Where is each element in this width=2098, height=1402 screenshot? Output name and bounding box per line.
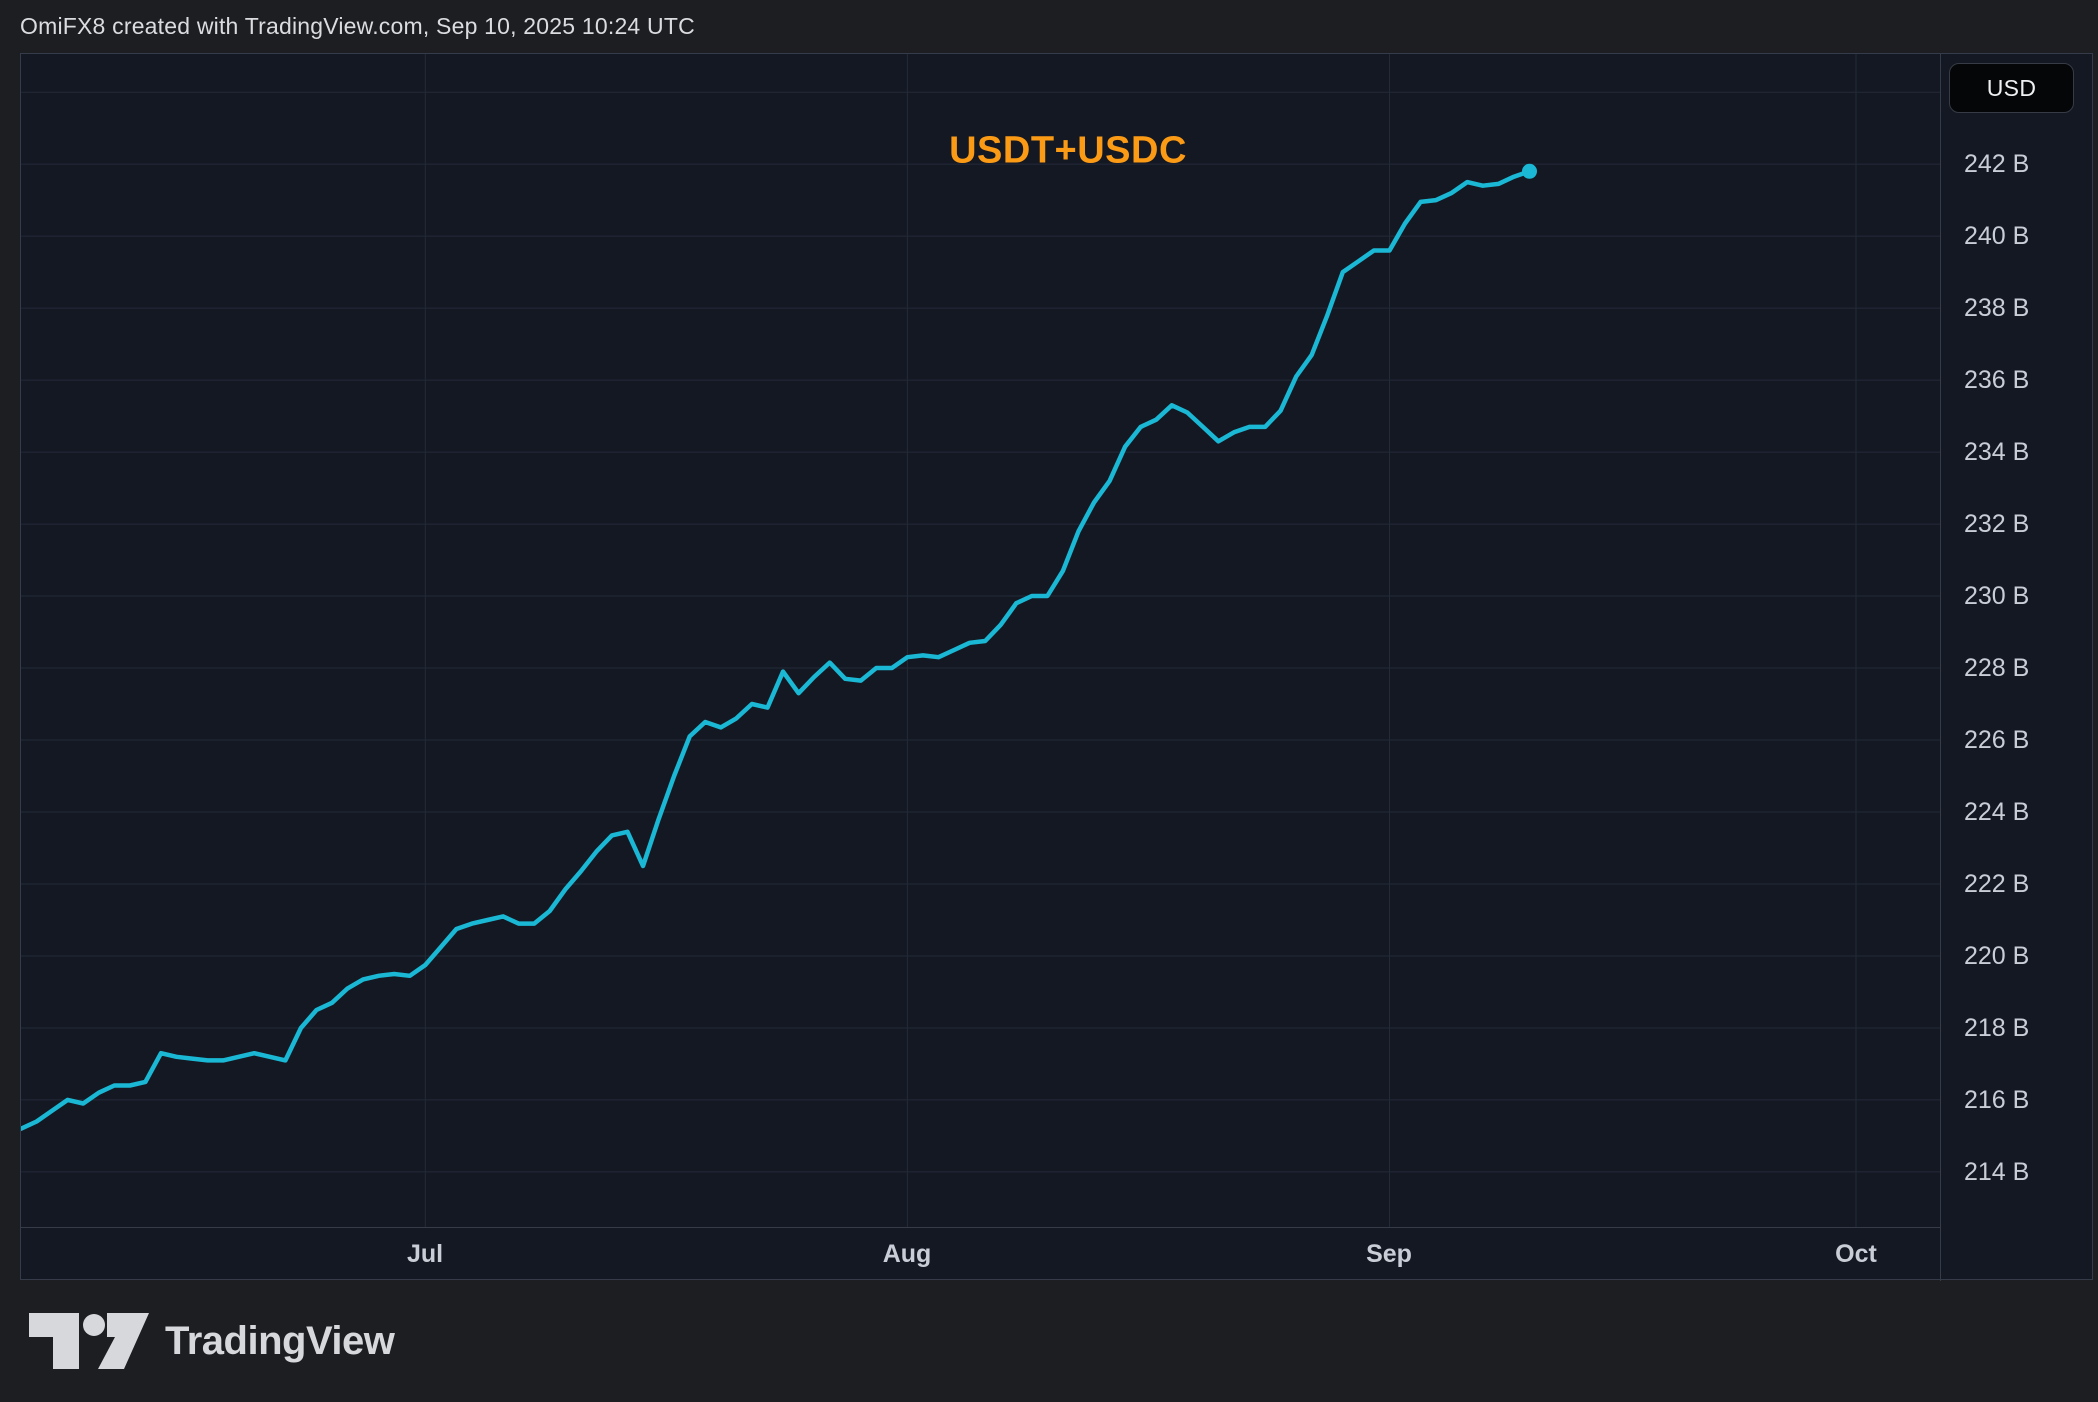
tradingview-wordmark: TradingView — [165, 1319, 394, 1364]
time-axis-label: Jul — [407, 1228, 443, 1281]
price-axis-label: 228 B — [1964, 654, 2029, 682]
price-axis-label: 230 B — [1964, 582, 2029, 610]
price-axis[interactable]: USD 242 B 240 B 238 B 236 B 234 B 232 B 230 B 2… — [1940, 54, 2093, 1281]
chart-attribution-title: OmiFX8 created with TradingView.com, Sep… — [20, 13, 695, 40]
time-axis-label: Aug — [883, 1228, 932, 1281]
series-label: USDT+USDC — [949, 130, 1187, 173]
price-axis-label: 222 B — [1964, 870, 2029, 898]
footer-bar: TradingView — [0, 1280, 2098, 1402]
plot-area[interactable]: USDT+USDC — [21, 54, 1940, 1227]
price-axis-label: 214 B — [1964, 1158, 2029, 1186]
time-axis-label: Sep — [1366, 1228, 1412, 1281]
currency-unit-button[interactable]: USD — [1949, 63, 2074, 113]
price-axis-label: 234 B — [1964, 438, 2029, 466]
time-axis[interactable]: Jul Aug Sep Oct — [21, 1227, 1940, 1280]
price-axis-label: 226 B — [1964, 726, 2029, 754]
price-axis-label: 236 B — [1964, 366, 2029, 394]
price-axis-label: 224 B — [1964, 798, 2029, 826]
price-axis-label: 238 B — [1964, 294, 2029, 322]
time-axis-label: Oct — [1835, 1228, 1877, 1281]
price-axis-label: 240 B — [1964, 222, 2029, 250]
price-axis-label: 232 B — [1964, 510, 2029, 538]
price-axis-label: 216 B — [1964, 1086, 2029, 1114]
price-axis-label: 242 B — [1964, 150, 2029, 178]
price-axis-label: 218 B — [1964, 1014, 2029, 1042]
last-price-marker — [1522, 164, 1537, 179]
price-axis-label: 220 B — [1964, 942, 2029, 970]
price-line-chart — [21, 54, 1940, 1227]
tradingview-logo[interactable]: TradingView — [27, 1313, 394, 1369]
chart-pane: USDT+USDC USD 242 B 240 B 238 B 236 B 234 B 2… — [20, 53, 2093, 1280]
tradingview-logo-icon — [27, 1313, 151, 1369]
header-bar: OmiFX8 created with TradingView.com, Sep… — [0, 0, 2098, 53]
